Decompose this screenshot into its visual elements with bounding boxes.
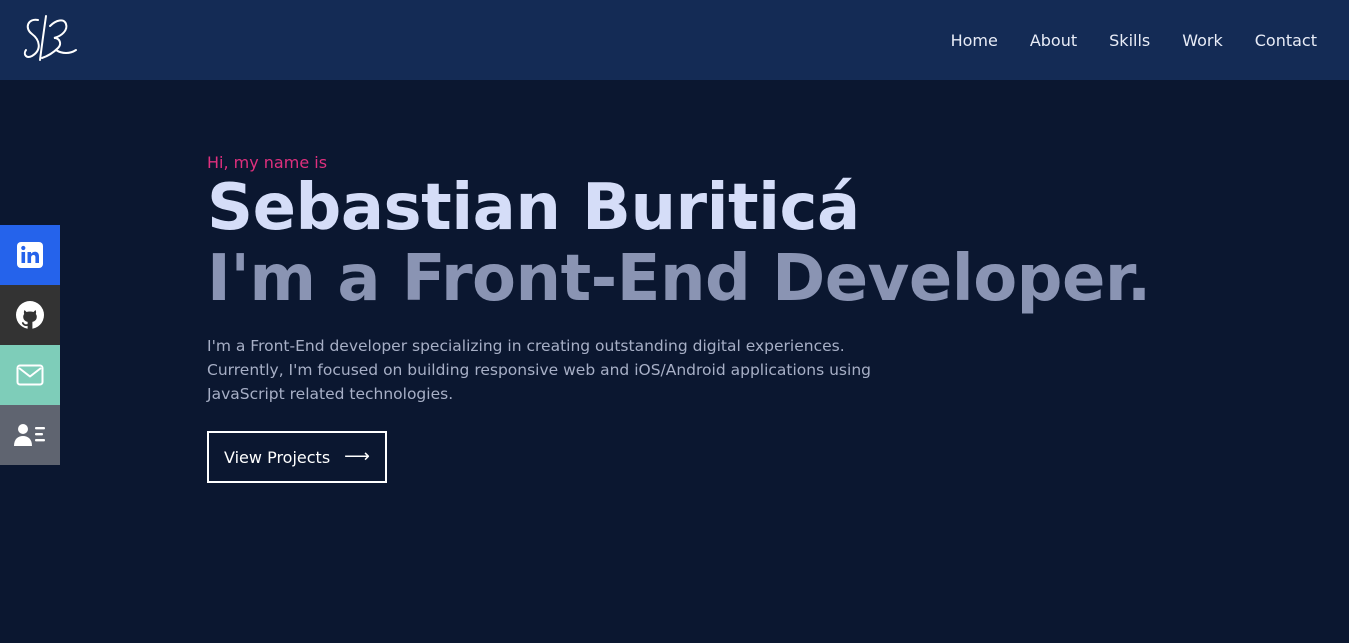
view-projects-button[interactable]: View Projects ⟶ <box>207 431 387 483</box>
hero-intro: I'm a Front-End developer specializing i… <box>207 337 871 403</box>
nav-item-work[interactable]: Work <box>1182 31 1223 50</box>
social-links-sidebar <box>0 225 60 465</box>
nav-item-contact[interactable]: Contact <box>1255 31 1317 50</box>
mail-icon <box>16 364 44 386</box>
hero-section: Hi, my name is Sebastian Buriticá I'm a … <box>207 153 1207 483</box>
resume-link[interactable] <box>0 405 60 465</box>
github-icon <box>16 301 44 329</box>
github-link[interactable] <box>0 285 60 345</box>
nav-item-about[interactable]: About <box>1030 31 1077 50</box>
greeting-text: Hi, my name is <box>207 153 328 172</box>
nav-item-home[interactable]: Home <box>951 31 998 50</box>
arrow-right-icon: ⟶ <box>344 446 370 467</box>
top-navigation-bar: Home About Skills Work Contact <box>0 0 1349 80</box>
logo[interactable] <box>20 10 80 66</box>
nav-item-skills[interactable]: Skills <box>1109 31 1150 50</box>
hero-role: I'm a Front-End Developer. <box>207 242 1151 316</box>
linkedin-link[interactable] <box>0 225 60 285</box>
main-nav: Home About Skills Work Contact <box>951 0 1317 80</box>
hero-name: Sebastian Buriticá <box>207 171 860 245</box>
resume-icon <box>14 424 45 446</box>
view-projects-label: View Projects <box>224 447 331 467</box>
email-link[interactable] <box>0 345 60 405</box>
linkedin-icon <box>17 242 43 268</box>
